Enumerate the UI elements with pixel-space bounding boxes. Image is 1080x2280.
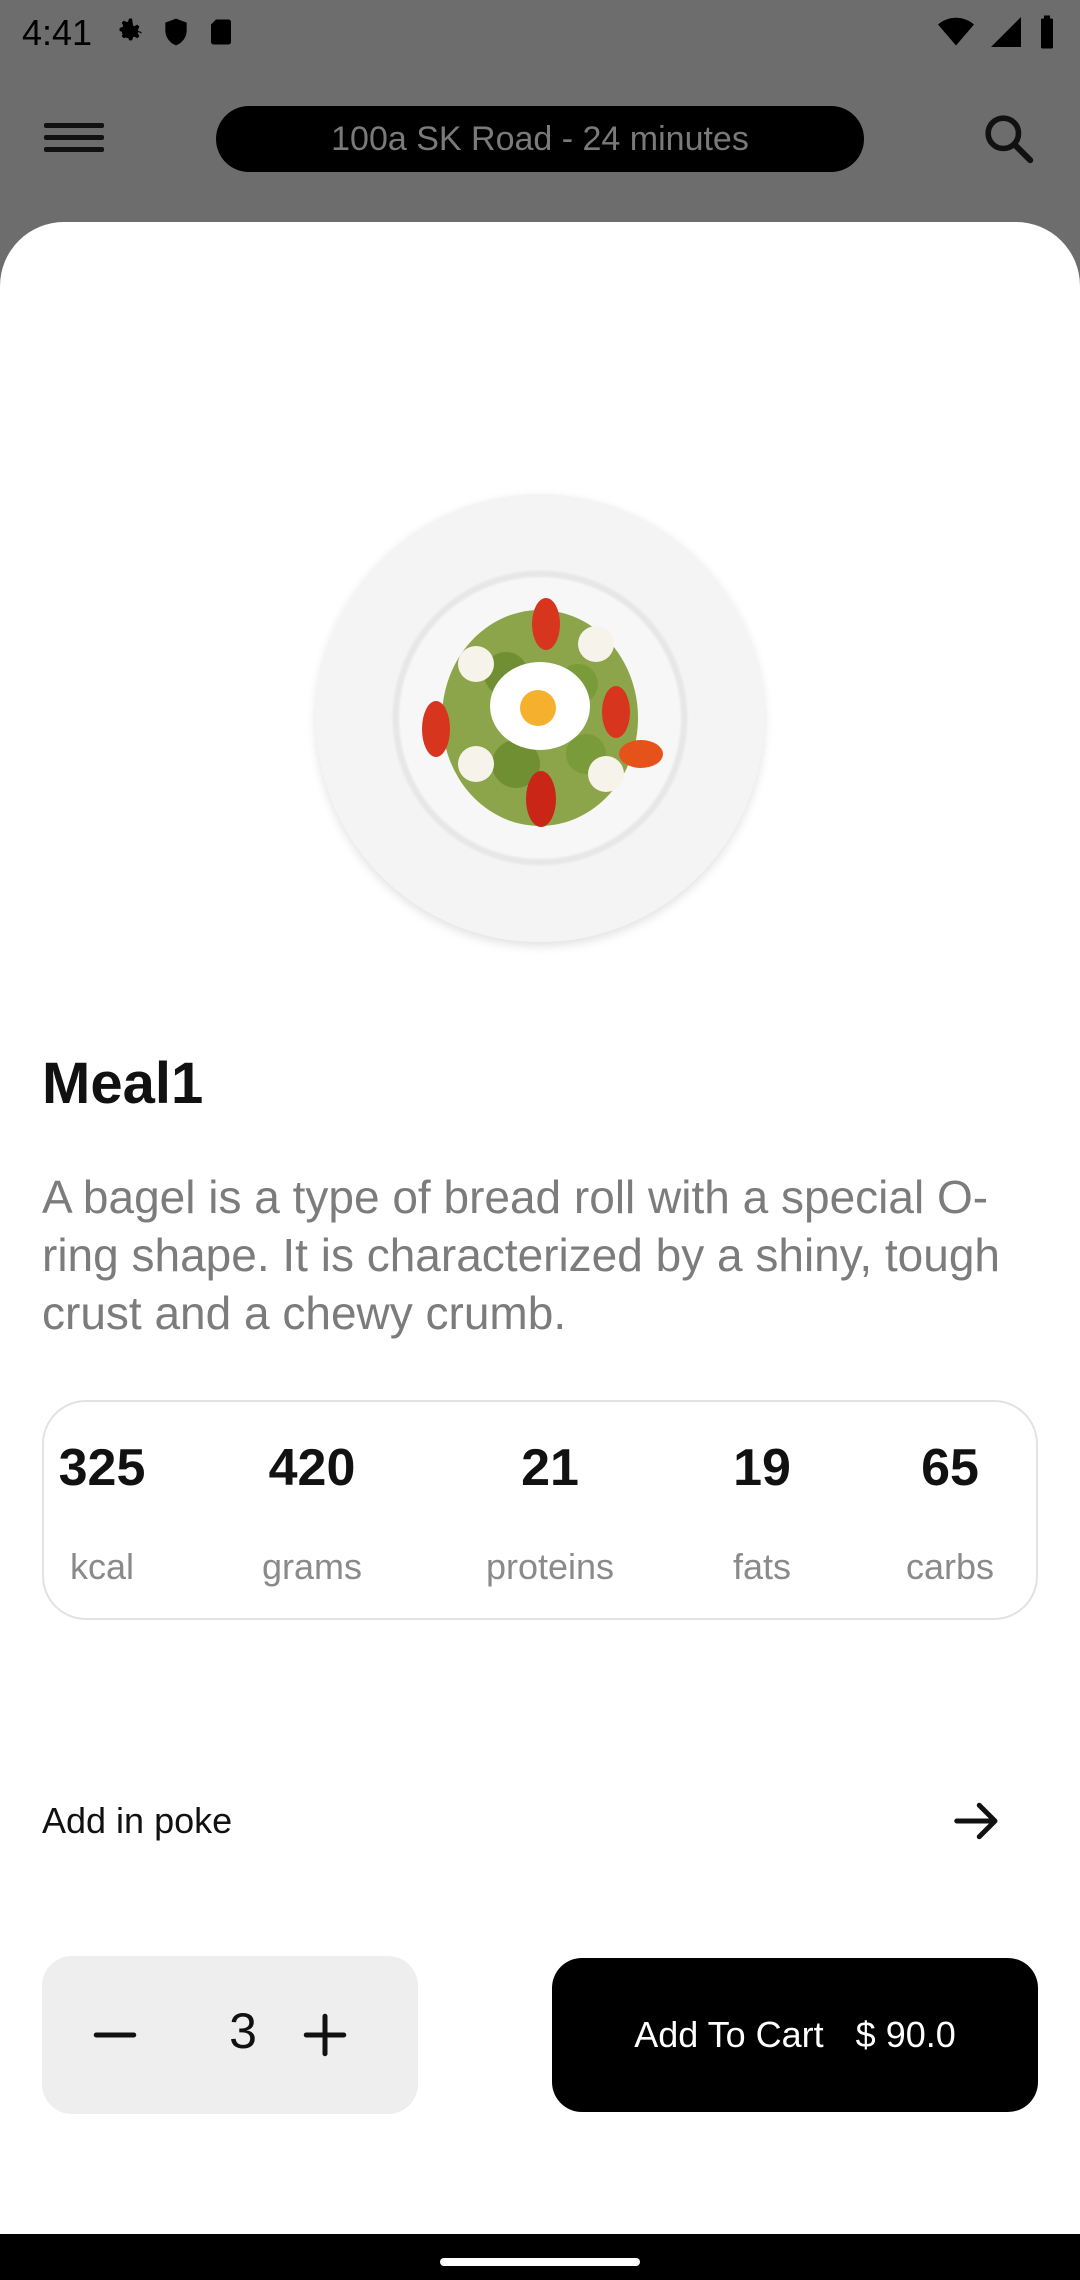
nutrition-value: 21	[521, 1439, 579, 1497]
minus-icon[interactable]	[90, 2010, 140, 2060]
nutrition-value: 420	[268, 1439, 356, 1497]
nutrition-label: carbs	[905, 1546, 995, 1587]
wifi-icon	[936, 14, 976, 55]
nutrition-fats: 19 fats	[722, 1402, 802, 1618]
status-left-icons	[110, 14, 236, 55]
nutrition-grams: 420 grams	[252, 1402, 372, 1618]
status-time: 4:41	[22, 12, 93, 53]
quantity-value: 3	[229, 2003, 257, 2059]
quantity-stepper: 3	[42, 1956, 418, 2114]
nutrition-card: 325 kcal 420 grams 21 proteins 19 fats 6…	[42, 1400, 1038, 1620]
delivery-address-pill[interactable]: 100a SK Road - 24 minutes	[216, 106, 864, 172]
meal-image	[316, 494, 764, 942]
nutrition-carbs: 65 carbs	[900, 1402, 1000, 1618]
home-indicator[interactable]	[440, 2258, 640, 2266]
nutrition-kcal: 325 kcal	[52, 1402, 152, 1618]
cart-price: $ 90.0	[855, 2014, 956, 2055]
app-bar: 100a SK Road - 24 minutes	[0, 70, 1080, 220]
nutrition-value: 65	[921, 1439, 979, 1497]
shield-icon	[160, 14, 192, 55]
add-in-label: Add in poke	[42, 1800, 233, 1841]
arrow-right-icon[interactable]	[950, 1794, 1004, 1848]
meal-description: A bagel is a type of bread roll with a s…	[42, 1171, 1001, 1339]
meal-title: Meal1	[42, 1051, 204, 1116]
sd-card-icon	[206, 14, 236, 55]
search-icon[interactable]	[980, 110, 1036, 166]
signal-icon	[988, 14, 1024, 55]
battery-icon	[1036, 14, 1058, 55]
nutrition-label: grams	[261, 1546, 363, 1587]
nutrition-value: 325	[58, 1439, 146, 1497]
delivery-address-text: 100a SK Road - 24 minutes	[331, 119, 749, 158]
add-to-cart-label: Add To Cart	[634, 2014, 824, 2055]
plus-icon[interactable]	[300, 2010, 350, 2060]
add-in-poke-row[interactable]: Add in poke	[42, 1780, 1038, 1860]
hamburger-menu-icon[interactable]	[44, 116, 104, 166]
settings-icon	[110, 14, 146, 55]
system-nav-bar	[0, 2234, 1080, 2280]
status-bar: 4:41	[0, 0, 1080, 70]
nutrition-label: proteins	[485, 1546, 615, 1587]
nutrition-proteins: 21 proteins	[480, 1402, 620, 1618]
nutrition-value: 19	[733, 1439, 791, 1497]
nutrition-label: kcal	[69, 1546, 135, 1587]
nutrition-label: fats	[732, 1546, 792, 1587]
status-right-icons	[936, 14, 1058, 55]
add-to-cart-button[interactable]: Add To Cart $ 90.0	[552, 1958, 1038, 2112]
